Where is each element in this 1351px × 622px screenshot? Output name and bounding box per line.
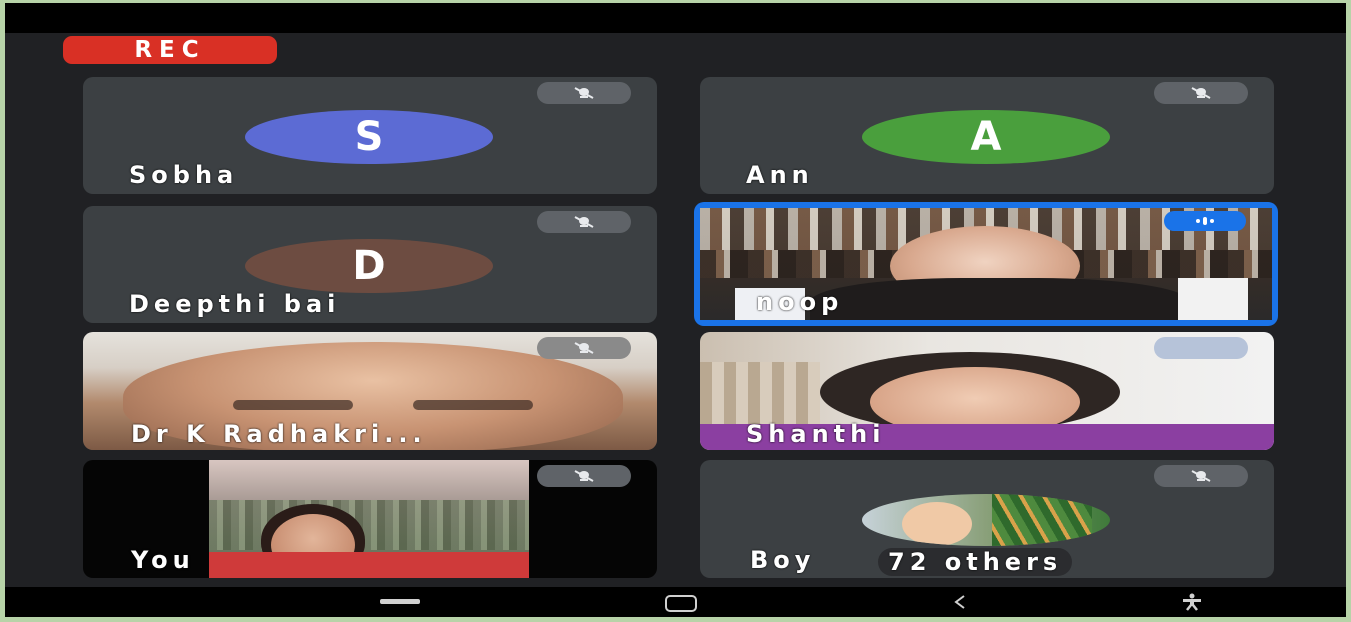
participant-tile-you[interactable]: You xyxy=(83,460,657,578)
mic-off-icon xyxy=(537,82,631,104)
mic-off-icon xyxy=(1154,465,1248,487)
participant-tile-noop[interactable]: noop xyxy=(694,202,1278,326)
participant-tile-sobha[interactable]: S Sobha xyxy=(83,77,657,194)
accessibility-icon[interactable] xyxy=(1181,593,1203,615)
participant-tile-dr-k-radhakrishnan[interactable]: Dr K Radhakri... xyxy=(83,332,657,450)
mic-off-icon xyxy=(1154,82,1248,104)
audio-level-icon xyxy=(1164,211,1246,231)
participant-name: Dr K Radhakri... xyxy=(131,420,427,448)
participant-name: You xyxy=(131,546,195,574)
participant-name: noop xyxy=(756,288,844,316)
participant-tile-ann[interactable]: A Ann xyxy=(700,77,1274,194)
participant-name: Shanthi xyxy=(746,420,886,448)
recents-icon[interactable] xyxy=(380,599,420,604)
avatar-sobha: S xyxy=(245,110,493,164)
mic-off-icon xyxy=(537,465,631,487)
avatar-deepthi: D xyxy=(245,239,493,293)
participant-name: Deepthi bai xyxy=(129,290,341,318)
participant-tile-others[interactable]: Boy 72 others xyxy=(700,460,1274,578)
participant-name: Sobha xyxy=(129,161,239,189)
participant-video xyxy=(209,460,529,578)
status-pill xyxy=(1154,337,1248,359)
participant-name: Boy xyxy=(750,546,816,574)
back-icon[interactable] xyxy=(953,594,967,614)
participant-tile-deepthi[interactable]: D Deepthi bai xyxy=(83,206,657,323)
participant-name: Ann xyxy=(746,161,814,189)
navigation-bar xyxy=(5,587,1346,617)
mic-off-icon xyxy=(537,337,631,359)
avatar-photo xyxy=(862,494,1110,546)
home-icon[interactable] xyxy=(665,595,697,612)
participant-tile-shanthi[interactable]: Shanthi xyxy=(700,332,1274,450)
recording-badge: REC xyxy=(63,36,277,64)
avatar-ann: A xyxy=(862,110,1110,164)
meeting-screen: REC S Sobha A Ann D Deepthi bai noop Dr … xyxy=(5,3,1346,617)
mic-off-icon xyxy=(537,211,631,233)
status-bar xyxy=(5,3,1346,33)
others-count[interactable]: 72 others xyxy=(878,548,1073,576)
